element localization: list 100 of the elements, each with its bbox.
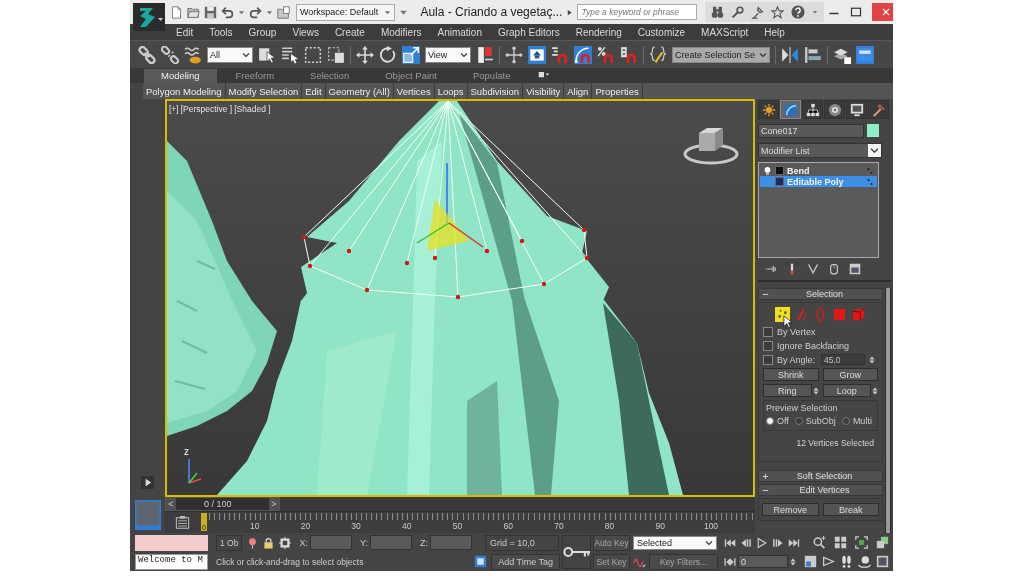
play-icon[interactable]	[756, 536, 768, 549]
pin-icon[interactable]	[765, 263, 777, 275]
capsule-icon[interactable]	[828, 263, 840, 275]
toolbar-dropdown[interactable]: View	[425, 46, 471, 63]
go-to-end-icon[interactable]	[788, 536, 800, 549]
broken-link-icon[interactable]	[161, 45, 179, 64]
menu-item[interactable]: Animation	[429, 26, 490, 38]
checkbox[interactable]	[763, 326, 773, 337]
link-icon[interactable]	[138, 45, 156, 64]
spinner-icon[interactable]	[869, 354, 876, 365]
viewcube-icon[interactable]	[683, 128, 739, 165]
radio-button[interactable]	[766, 417, 774, 425]
radio-label[interactable]: SubObj	[805, 416, 836, 426]
rollout-button[interactable]: Ring	[763, 384, 812, 397]
rollout-button[interactable]: Break	[822, 503, 879, 516]
key-mode-dropdown[interactable]: Selected	[633, 535, 717, 550]
list-box-icon[interactable]	[175, 515, 190, 530]
panel-icon[interactable]	[856, 45, 875, 64]
v-shape-icon[interactable]	[807, 263, 819, 275]
spinner-magnet-icon[interactable]	[620, 45, 638, 64]
menu-item[interactable]: Modifiers	[372, 26, 430, 38]
project-folder-icon[interactable]	[277, 5, 290, 19]
expand-box-icon[interactable]	[775, 166, 784, 175]
ribbon-tab[interactable]: Populate	[455, 69, 528, 83]
listener-output-field[interactable]: Welcome to M	[135, 554, 208, 570]
checkbox[interactable]	[763, 340, 773, 351]
select-object-icon[interactable]	[258, 45, 276, 64]
viewport-menu[interactable]: [+]	[169, 104, 179, 114]
scale-icon[interactable]	[402, 45, 420, 64]
set-key-button[interactable]: Set Key	[593, 553, 630, 570]
key-filters-button[interactable]: Key Filters...	[649, 553, 718, 570]
caret-icon[interactable]	[812, 9, 819, 15]
add-time-tag-button[interactable]: Add Time Tag	[491, 553, 560, 570]
menu-item[interactable]: Edit	[168, 26, 202, 38]
vertex-dot-icon[interactable]	[346, 248, 352, 254]
ribbon-tab[interactable]: Selection	[293, 69, 367, 83]
go-to-start-icon[interactable]	[724, 536, 736, 549]
spinner-icon[interactable]	[790, 556, 796, 567]
object-color-swatch[interactable]	[867, 124, 879, 137]
panel-tab[interactable]	[802, 100, 823, 119]
align-icon[interactable]	[804, 45, 823, 64]
lock-icon[interactable]	[263, 536, 275, 549]
antenna-icon[interactable]	[751, 5, 765, 19]
percent-magnet-icon[interactable]	[597, 45, 615, 64]
move-icon[interactable]	[356, 45, 374, 64]
rollout-button[interactable]: Loop	[822, 384, 871, 397]
caret-icon[interactable]	[238, 8, 245, 16]
menu-item[interactable]: Help	[756, 26, 793, 38]
pin-icon[interactable]	[247, 536, 259, 549]
vertex-dot-icon[interactable]	[455, 294, 461, 300]
rollout-header[interactable]: Edit Vertices	[758, 484, 883, 496]
orbit-icon[interactable]	[858, 555, 871, 568]
auto-key-button[interactable]: Auto Key	[593, 534, 630, 551]
radio-label[interactable]: Multi	[852, 416, 872, 426]
vertex-dot-icon[interactable]	[519, 238, 525, 244]
split-square-icon[interactable]	[476, 45, 494, 64]
grid-icon[interactable]	[834, 536, 847, 549]
menu-item[interactable]: MAXScript	[693, 26, 757, 38]
close-button[interactable]	[872, 3, 893, 21]
menu-item[interactable]: Group	[240, 26, 285, 38]
stack-item[interactable]: Bend	[760, 165, 877, 176]
coordinate-field[interactable]	[429, 535, 472, 550]
scrollbar[interactable]	[885, 288, 891, 533]
coordinate-field[interactable]	[309, 535, 352, 550]
save-icon[interactable]	[204, 5, 217, 19]
vertex-dot-icon[interactable]	[581, 227, 587, 233]
lightbulb-icon[interactable]	[763, 165, 772, 176]
key-icon[interactable]	[562, 545, 591, 559]
vertex-dot-icon[interactable]	[404, 260, 410, 266]
crossing-selection-icon[interactable]	[327, 45, 345, 64]
menu-item[interactable]: Tools	[201, 26, 241, 38]
coordinate-field[interactable]	[369, 535, 412, 550]
frame-corners-icon[interactable]	[855, 536, 868, 549]
vertex-dot-icon[interactable]	[364, 287, 370, 293]
menu-item[interactable]: Rendering	[567, 26, 630, 38]
arc-magnet-icon[interactable]	[574, 45, 592, 64]
overlapping-squares-icon[interactable]	[876, 536, 889, 549]
time-slider-thumb[interactable]: < 0 / 100 >	[165, 497, 280, 511]
rollout-header[interactable]: Selection	[758, 288, 883, 300]
time-tag-icon[interactable]	[474, 555, 488, 568]
vertex-dot-icon[interactable]	[541, 281, 547, 287]
maximize-viewport-icon[interactable]	[876, 555, 889, 568]
wrench-icon[interactable]	[731, 5, 745, 19]
radio-button[interactable]	[794, 417, 803, 425]
expand-arrow-icon[interactable]	[566, 7, 574, 17]
select-list-icon[interactable]	[281, 45, 299, 64]
object-name-field[interactable]: Cone017	[758, 124, 864, 138]
braces-pencil-icon[interactable]	[649, 45, 667, 64]
redo-icon[interactable]	[249, 5, 262, 19]
previous-frame-icon[interactable]	[740, 536, 752, 549]
checkbox-label[interactable]: By Angle:	[777, 354, 816, 365]
next-frame-button[interactable]: >	[269, 498, 279, 510]
zoom-icon[interactable]	[813, 536, 826, 549]
viewport-menu[interactable]: [Shaded ]	[234, 104, 271, 114]
toolbar-dropdown[interactable]: All	[207, 46, 253, 63]
radio-button[interactable]	[841, 417, 850, 425]
checkbox[interactable]	[763, 354, 773, 365]
triangle-icon[interactable]	[822, 555, 835, 568]
radio-label[interactable]: Off	[777, 416, 789, 426]
star-icon[interactable]	[771, 5, 785, 19]
